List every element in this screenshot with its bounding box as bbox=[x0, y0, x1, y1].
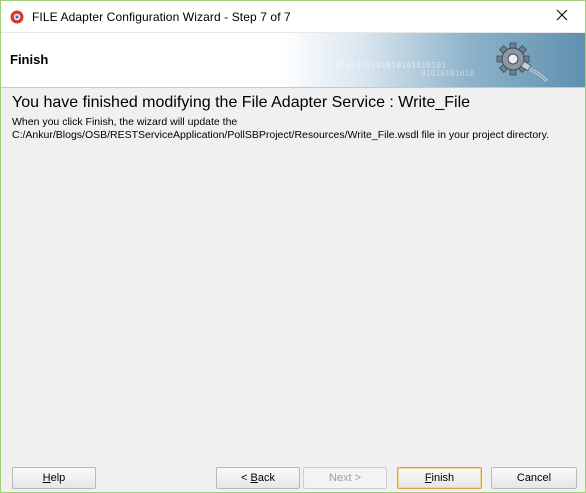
help-button[interactable]: Help bbox=[12, 467, 96, 489]
title-bar[interactable]: FILE Adapter Configuration Wizard - Step… bbox=[1, 1, 585, 32]
wizard-window: FILE Adapter Configuration Wizard - Step… bbox=[0, 0, 586, 493]
finish-heading: You have finished modifying the File Ada… bbox=[12, 94, 471, 111]
close-icon bbox=[556, 8, 568, 26]
back-label-rest: ack bbox=[257, 472, 275, 484]
help-label-rest: elp bbox=[50, 472, 66, 484]
app-icon bbox=[9, 9, 25, 25]
gear-plug-icon bbox=[489, 37, 549, 85]
finish-mnemonic: F bbox=[424, 472, 432, 484]
finish-description-line-1: When you click Finish, the wizard will u… bbox=[12, 116, 238, 128]
cancel-label: Cancel bbox=[516, 472, 552, 484]
wizard-banner: Finish 0101010101010101010101 0101010101… bbox=[1, 32, 585, 87]
help-mnemonic: H bbox=[42, 472, 51, 484]
wizard-content: You have finished modifying the File Ada… bbox=[1, 88, 585, 458]
finish-description-line-2: C:/Ankur/Blogs/OSB/RESTServiceApplicatio… bbox=[12, 129, 550, 141]
back-button[interactable]: < Back bbox=[216, 467, 300, 489]
finish-label-rest: inish bbox=[431, 472, 455, 484]
window-title: FILE Adapter Configuration Wizard - Step… bbox=[32, 9, 291, 24]
banner-binary-decoration-2: 01010101010 bbox=[421, 69, 474, 78]
close-button[interactable] bbox=[539, 1, 585, 32]
back-mnemonic: B bbox=[250, 472, 258, 484]
next-button[interactable]: Next > bbox=[303, 467, 387, 489]
back-prefix: < bbox=[241, 472, 251, 484]
banner-title: Finish bbox=[10, 52, 49, 67]
next-label: Next > bbox=[328, 472, 362, 484]
finish-button[interactable]: Finish bbox=[397, 467, 482, 489]
cancel-button[interactable]: Cancel bbox=[491, 467, 577, 489]
